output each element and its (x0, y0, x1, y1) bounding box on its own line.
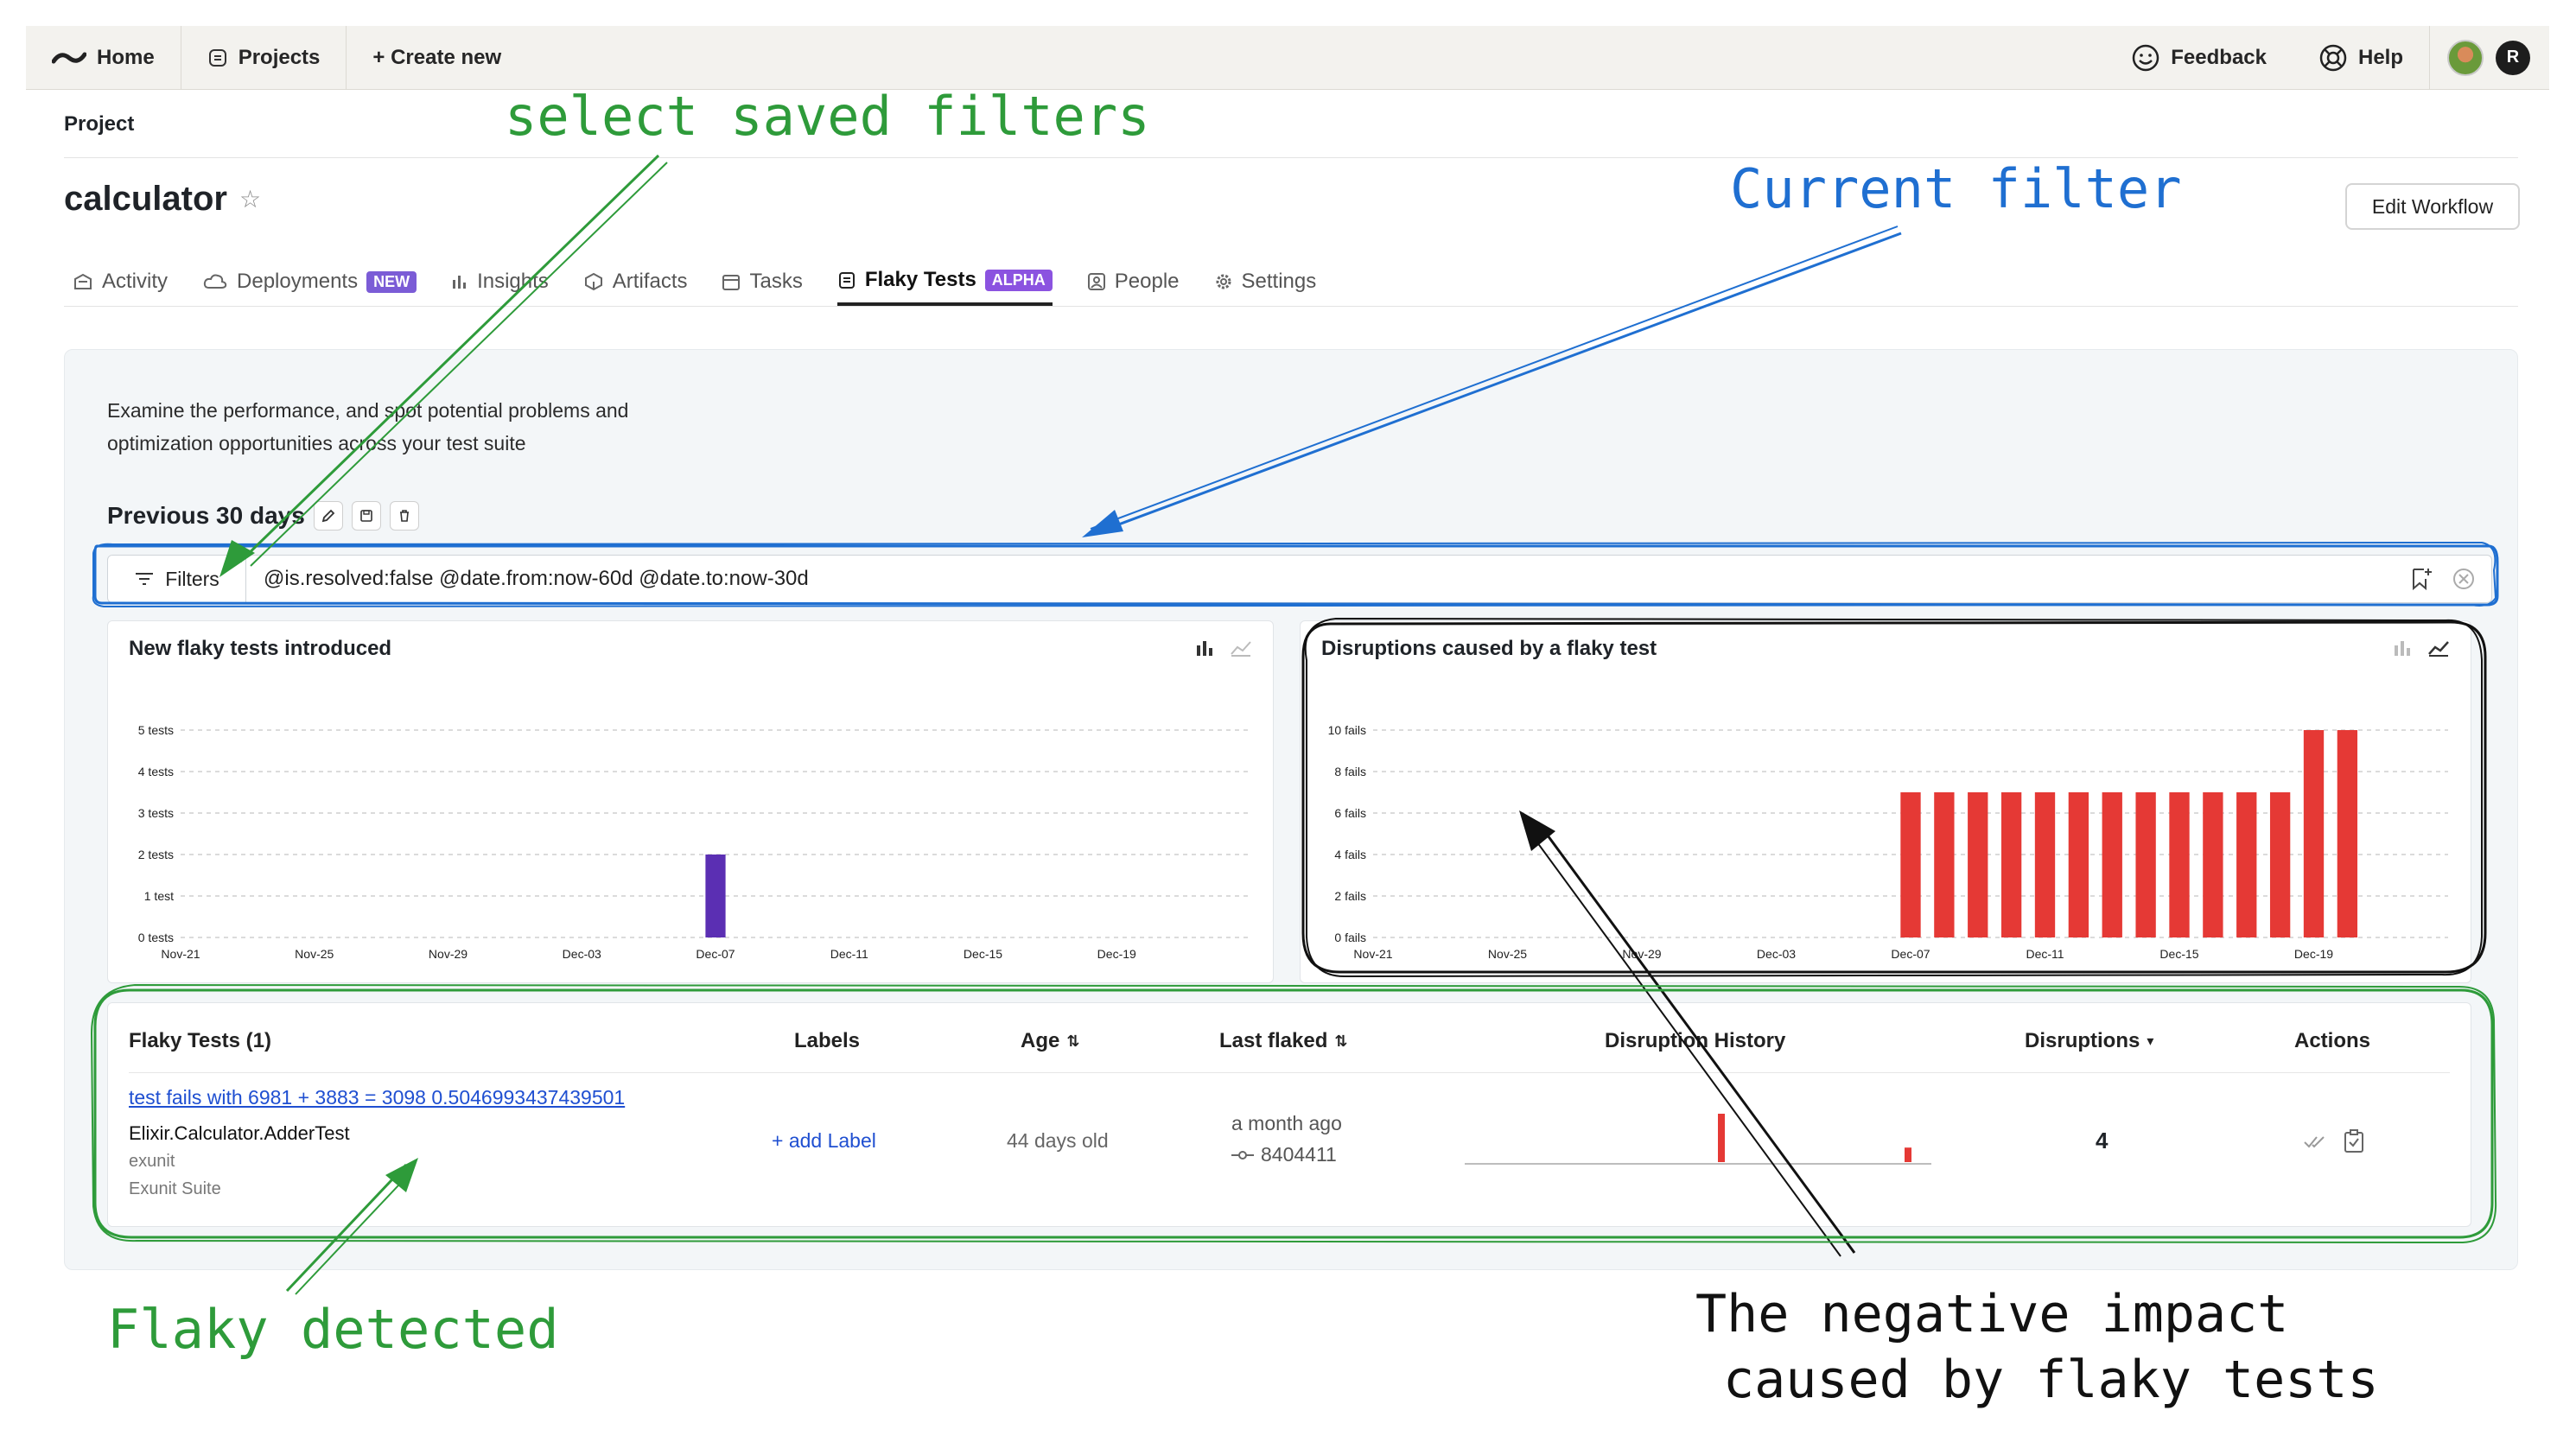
current-filter-outline (92, 541, 2497, 608)
annotation-impact-line1: The negative impact (1695, 1284, 2289, 1344)
annotation-impact-line2: caused by flaky tests (1723, 1350, 2379, 1410)
current-filter-arrow (1090, 226, 1899, 530)
current-filter-arrowhead (1082, 510, 1123, 537)
impact-arrow (1527, 829, 1841, 1257)
impact-arrowhead (1519, 810, 1555, 851)
flaky-detected-outline (93, 988, 2494, 1239)
impact-arrow (1536, 822, 1856, 1254)
current-filter-outline (93, 544, 2499, 607)
annotation-select-saved-filters: select saved filters (505, 85, 1150, 148)
annotation-current-filter: Current filter (1730, 157, 2182, 220)
disruptions-outline (1301, 620, 2487, 974)
annotation-flaky-detected: Flaky detected (107, 1298, 559, 1361)
flaky-detected-outline (90, 983, 2497, 1244)
disruptions-outline (1304, 617, 2483, 978)
flaky-detected-arrow (285, 1163, 408, 1293)
annotation-overlay (90, 154, 2499, 1295)
saved-filters-arrow (250, 162, 668, 567)
current-filter-arrow (1092, 232, 1902, 536)
flaky-detected-arrowhead (385, 1158, 418, 1192)
saved-filters-arrow (239, 154, 660, 563)
flaky-detected-arrow (295, 1169, 414, 1295)
